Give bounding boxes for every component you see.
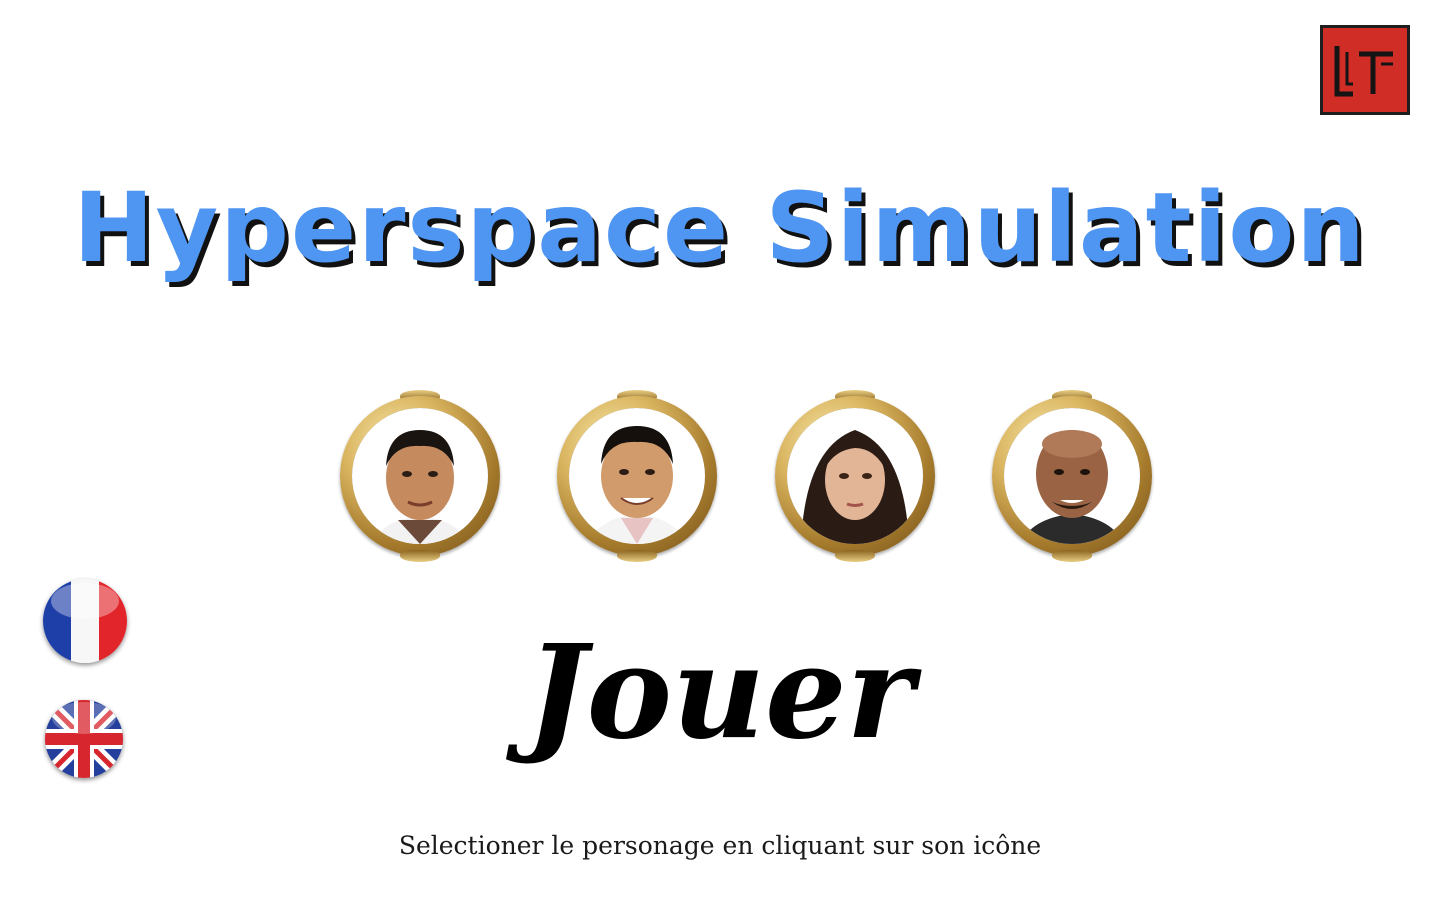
frame-ornament <box>835 550 875 562</box>
flag-uk-icon <box>45 700 123 778</box>
character-3[interactable] <box>771 390 947 566</box>
character-portrait-icon <box>787 408 923 544</box>
character-portrait-icon <box>352 408 488 544</box>
frame-ornament <box>400 550 440 562</box>
play-button[interactable]: Jouer <box>520 600 920 785</box>
portrait-frame <box>775 396 935 556</box>
flag-france-icon <box>43 579 127 663</box>
lt-logo-icon[interactable] <box>1320 25 1410 115</box>
character-2[interactable] <box>553 390 729 566</box>
character-4[interactable] <box>988 390 1164 566</box>
instruction-text: Selectioner le personage en cliquant sur… <box>398 831 1042 860</box>
character-portrait-icon <box>569 408 705 544</box>
language-french-button[interactable] <box>43 579 127 663</box>
portrait-frame <box>992 396 1152 556</box>
frame-ornament <box>617 550 657 562</box>
portrait-frame <box>340 396 500 556</box>
character-1[interactable] <box>336 390 512 566</box>
portrait-frame <box>557 396 717 556</box>
language-english-button[interactable] <box>45 700 123 778</box>
character-selection <box>336 390 1164 570</box>
app-title: Hyperspace Simulation <box>73 172 1367 284</box>
character-portrait-icon <box>1004 408 1140 544</box>
frame-ornament <box>1052 550 1092 562</box>
